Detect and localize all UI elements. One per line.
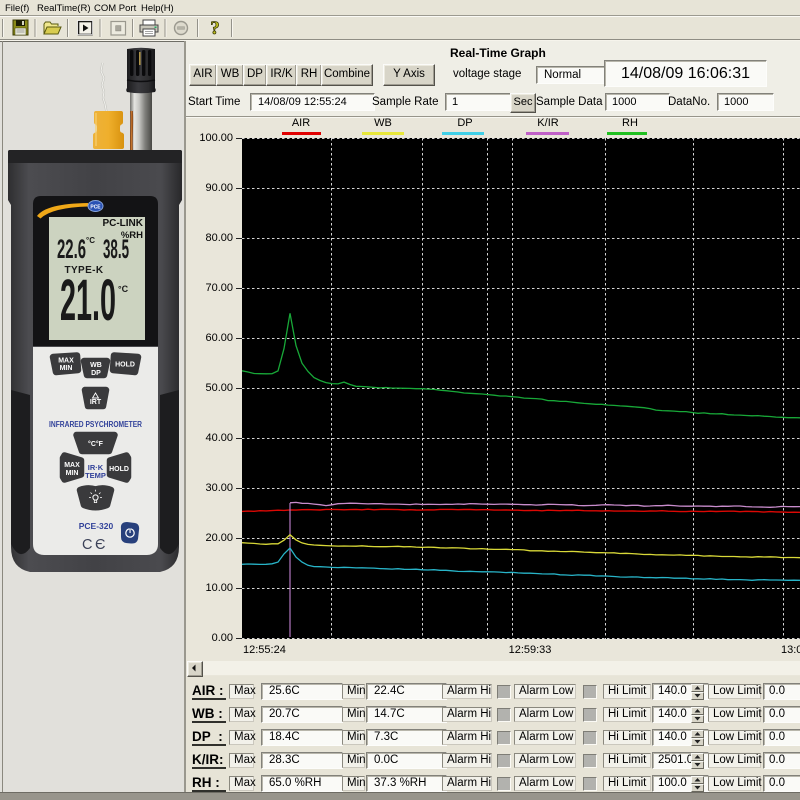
svg-text:22.6: 22.6 bbox=[57, 234, 86, 264]
svg-text:°C: °C bbox=[86, 236, 95, 245]
svg-text:°C: °C bbox=[118, 284, 129, 294]
svg-text:INFRARED PSYCHROMETER: INFRARED PSYCHROMETER bbox=[49, 420, 142, 429]
svg-text:?: ? bbox=[210, 18, 220, 39]
svg-text:PCE: PCE bbox=[90, 205, 101, 211]
svg-text:21.0: 21.0 bbox=[60, 268, 116, 333]
svg-text:CЄ: CЄ bbox=[82, 537, 108, 553]
svg-text:DP: DP bbox=[91, 370, 101, 377]
svg-text:MAX: MAX bbox=[58, 358, 74, 365]
svg-text:PCE-320: PCE-320 bbox=[79, 521, 114, 531]
svg-text:HOLD: HOLD bbox=[115, 362, 135, 369]
svg-text:MAX: MAX bbox=[64, 462, 80, 469]
svg-text:IRT: IRT bbox=[90, 399, 102, 406]
svg-text:HOLD: HOLD bbox=[109, 466, 129, 473]
svg-text:°C°F: °C°F bbox=[88, 440, 104, 448]
svg-text:WB: WB bbox=[90, 362, 102, 369]
svg-text:MIN: MIN bbox=[66, 470, 79, 477]
svg-text:38.5: 38.5 bbox=[103, 234, 129, 264]
svg-text:MIN: MIN bbox=[60, 365, 73, 372]
svg-text:TEMP: TEMP bbox=[85, 471, 106, 480]
svg-text:PC-LINK: PC-LINK bbox=[102, 218, 143, 229]
